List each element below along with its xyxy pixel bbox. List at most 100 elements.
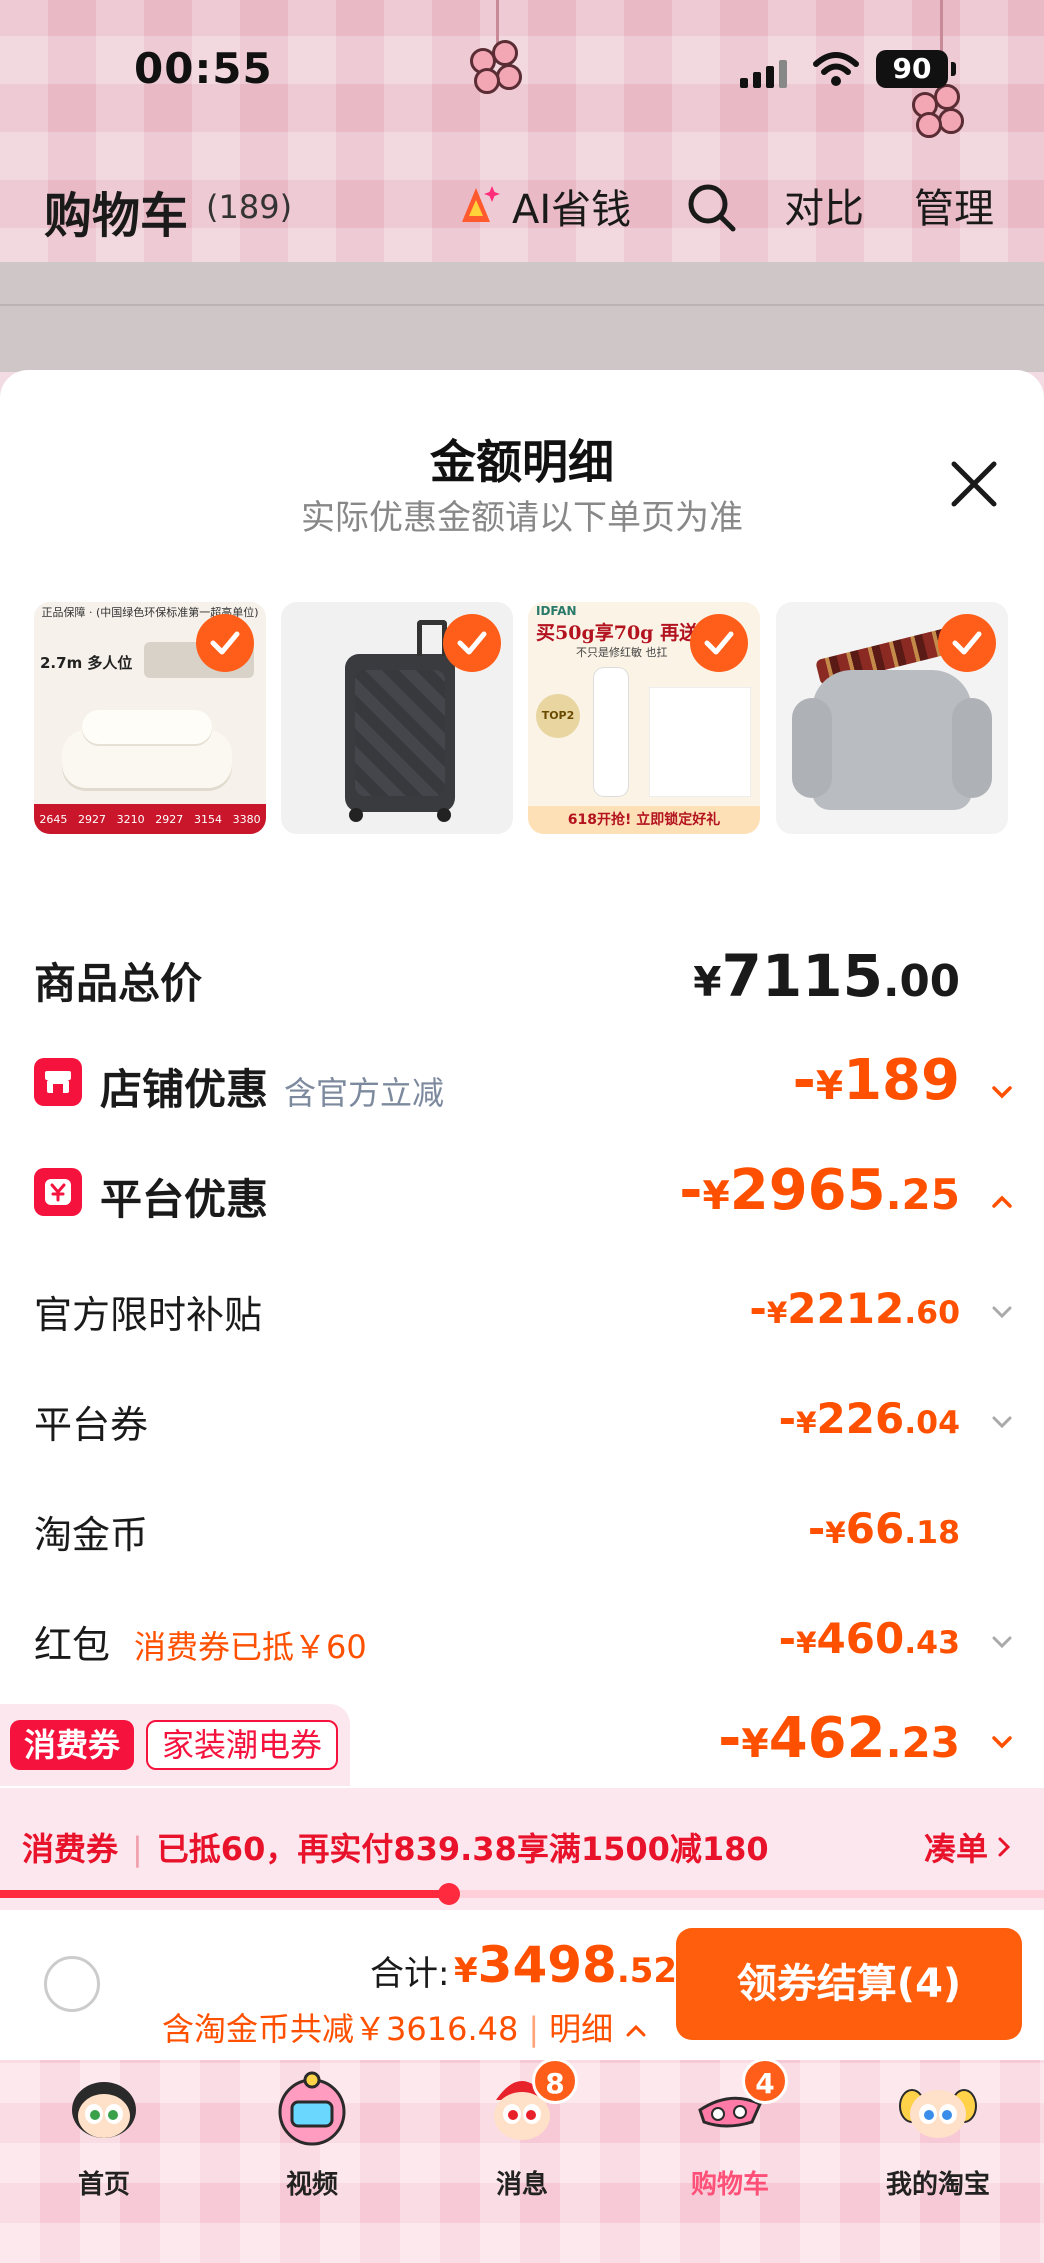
currency-symbol: ¥ — [766, 1296, 788, 1330]
chevron-up-icon — [626, 2024, 646, 2037]
store-discount-note: 含官方立减 — [284, 1074, 445, 1112]
selected-check[interactable] — [690, 614, 748, 672]
currency-symbol: ¥ — [796, 1406, 817, 1440]
official-subsidy-label: 官方限时补贴 — [34, 1293, 263, 1337]
total-savings-detail[interactable]: 含淘金币共减￥3616.48 | 明细 — [162, 2004, 649, 2050]
select-all-checkbox[interactable] — [44, 1956, 100, 2012]
amount-int: 3498 — [477, 1936, 617, 1994]
chevron-down-icon[interactable] — [988, 1298, 1016, 1326]
price-tag: 3380 — [232, 812, 261, 826]
minus-sign: - — [749, 1284, 767, 1333]
tab-my-taobao[interactable]: 我的淘宝 — [848, 2060, 1028, 2220]
tao-coin-amount: -¥66.18 — [808, 1504, 960, 1553]
status-bar: 00:55 90 — [0, 0, 1044, 140]
chevron-down-icon[interactable] — [988, 1078, 1016, 1106]
top-badge: TOP2 — [536, 694, 580, 738]
currency-symbol: ¥ — [693, 958, 722, 1006]
amount-dec: .60 — [904, 1295, 960, 1331]
amount-detail-sheet: 金额明细 实际优惠金额请以下单页为准 正品保障 · (中国绿色环保标准第一超高单… — [0, 370, 1044, 2060]
add-items-button[interactable]: 凑单 — [924, 1824, 1016, 1870]
sheet-title: 金额明细 — [430, 435, 614, 489]
product-thumb-suitcase[interactable] — [281, 602, 513, 834]
close-icon[interactable] — [946, 456, 1002, 512]
currency-symbol: ¥ — [454, 1951, 478, 1991]
tab-video[interactable]: 视频 — [222, 2060, 402, 2220]
suitcase-pattern — [355, 670, 445, 796]
consumption-coupon-amount: -¥462.23 — [718, 1706, 960, 1771]
brand-label: IDFAN — [536, 604, 577, 618]
selected-check[interactable] — [938, 614, 996, 672]
chevron-down-icon[interactable] — [988, 1628, 1016, 1656]
price-strip: 2645 2927 3210 2927 3154 3380 — [34, 804, 266, 834]
tab-label: 消息 — [495, 2170, 548, 2200]
minus-sign: - — [679, 1158, 703, 1223]
amount-int: 2965 — [729, 1158, 886, 1223]
tab-cart[interactable]: 4 购物车 — [640, 2058, 820, 2220]
platform-coupon-amount: -¥226.04 — [779, 1394, 960, 1443]
amount-dec: .25 — [885, 1170, 960, 1219]
chevron-down-icon[interactable] — [988, 1408, 1016, 1436]
checkout-button[interactable]: 领券结算(4) — [676, 1928, 1022, 2040]
battery-indicator: 90 — [876, 50, 956, 88]
video-cartoon-icon — [278, 2071, 346, 2146]
product-thumb-sofa[interactable]: 正品保障 · (中国绿色环保标准第一超高单位) 2.7m 多人位 2645 29… — [34, 602, 266, 834]
currency-symbol: ¥ — [796, 1626, 817, 1660]
chevron-down-icon[interactable] — [988, 1728, 1016, 1756]
product-thumb-skincare[interactable]: IDFAN 买50g享70g 再送 不只是修红敏 也扛 TOP2 618开抢! … — [528, 602, 760, 834]
checkout-bar: 合计: ¥3498.52 含淘金币共减￥3616.48 | 明细 领券结算(4) — [0, 1910, 1044, 2060]
total-goods-amount: ¥7115.00 — [693, 942, 960, 1010]
coupon-progress-text: 消费券 | 已抵60，再实付839.38享满1500减180 — [22, 1824, 769, 1870]
consumption-coupon-tag: 消费券 — [10, 1720, 135, 1770]
red-packet-label: 红包 — [34, 1623, 111, 1667]
progress-knob — [437, 1883, 460, 1905]
spray-bottle — [594, 668, 628, 796]
sweater-sleeve — [952, 698, 992, 798]
price-tag: 2927 — [155, 812, 184, 826]
coupon-bar-tag: 消费券 — [22, 1830, 119, 1868]
store-icon — [34, 1058, 82, 1106]
compare-button[interactable]: 对比 — [784, 176, 864, 234]
selected-check[interactable] — [443, 614, 501, 672]
add-items-label: 凑单 — [923, 1830, 988, 1868]
store-discount-row[interactable]: 店铺优惠 含官方立减 — [100, 1056, 444, 1117]
tab-messages[interactable]: 8 消息 — [432, 2058, 612, 2220]
currency-symbol: ¥ — [825, 1516, 846, 1550]
price-tag: 2645 — [39, 812, 68, 826]
total-amount: ¥3498.52 — [454, 1936, 677, 1994]
product-size: 2.7m 多人位 — [40, 654, 133, 672]
suitcase-wheel — [437, 808, 451, 822]
ai-save-button[interactable]: AI省钱 — [456, 176, 631, 236]
dimmed-cart-list — [0, 262, 1044, 372]
tab-label: 视频 — [285, 2170, 338, 2200]
platform-coupon-label: 平台券 — [34, 1403, 149, 1447]
price-tag: 2927 — [77, 812, 106, 826]
tao-coin-label: 淘金币 — [34, 1513, 149, 1557]
platform-discount-label[interactable]: 平台优惠 — [100, 1166, 268, 1227]
store-discount-amount: -¥189 — [793, 1048, 960, 1113]
divider-bar: | — [528, 2010, 540, 2048]
total-label: 合计: — [370, 1954, 450, 1994]
amount-dec: .23 — [885, 1718, 960, 1767]
sweater-image — [812, 670, 972, 810]
tab-home[interactable]: 首页 — [14, 2060, 194, 2220]
wifi-icon — [813, 52, 859, 86]
amount-int: 189 — [843, 1048, 960, 1113]
amount-int: 7115 — [721, 942, 883, 1010]
ai-sparkle-icon — [462, 186, 500, 222]
search-icon[interactable] — [686, 182, 738, 234]
amount-int: 462 — [768, 1706, 886, 1771]
currency-symbol: ¥ — [702, 1174, 730, 1219]
check-icon — [704, 631, 734, 655]
amount-dec: .00 — [882, 957, 960, 1007]
tab-label: 我的淘宝 — [885, 2170, 990, 2200]
manage-button[interactable]: 管理 — [914, 176, 994, 234]
home-cartoon-icon — [72, 2082, 136, 2138]
selected-check[interactable] — [196, 614, 254, 672]
cart-count: (189) — [206, 188, 293, 226]
gift-set — [650, 688, 750, 796]
minus-sign: - — [807, 1504, 826, 1553]
product-thumb-sweater[interactable] — [776, 602, 1008, 834]
check-icon — [952, 631, 982, 655]
chevron-up-icon[interactable] — [988, 1188, 1016, 1216]
sheet-subtitle: 实际优惠金额请以下单页为准 — [301, 498, 743, 538]
